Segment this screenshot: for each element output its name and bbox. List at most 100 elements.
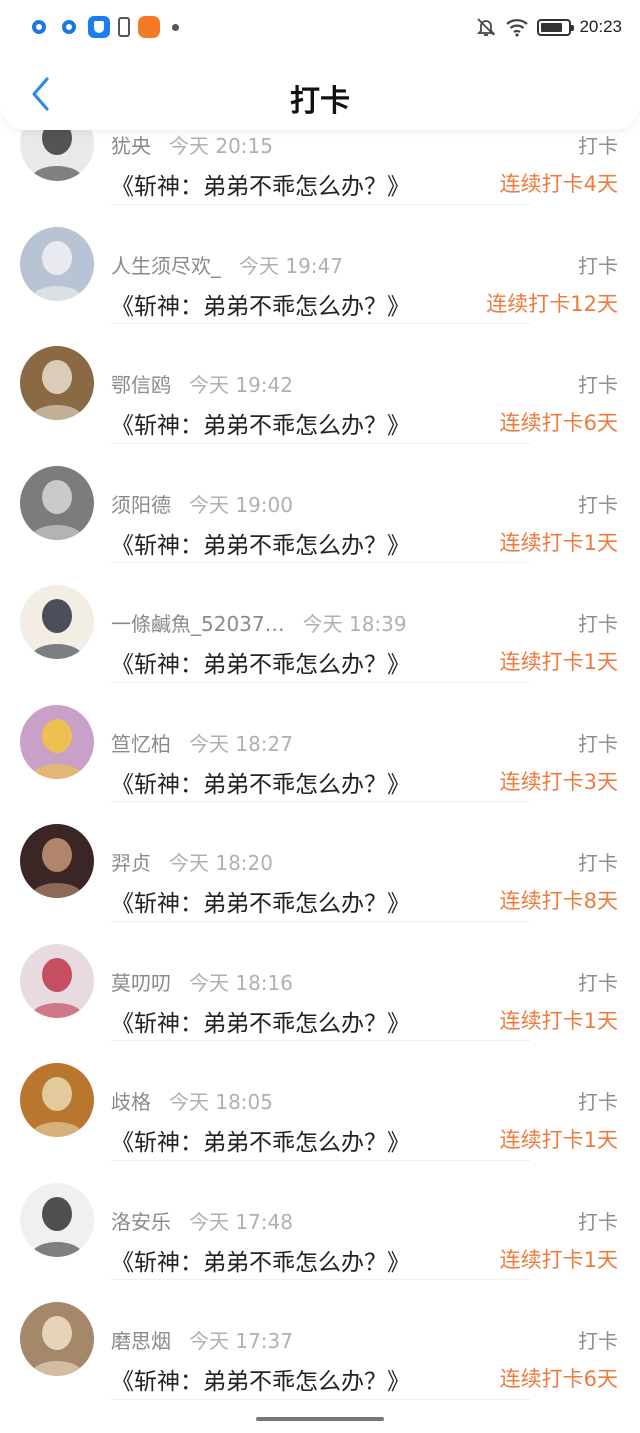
name-line: 笪忆柏 今天 18:27 (111, 728, 293, 757)
list-item[interactable]: 鄂信鸥 今天 19:42 《斩神：弟弟不乖怎么办？》 打卡 连续打卡6天 (0, 324, 640, 444)
streak-label: 连续打卡8天 (499, 889, 618, 913)
avatar-image (20, 943, 94, 1018)
checkin-time: 今天 18:05 (169, 1090, 273, 1114)
avatar[interactable] (20, 943, 94, 1018)
name-line: 人生须尽欢_ 今天 19:47 (111, 250, 343, 279)
streak-label: 连续打卡6天 (499, 1367, 618, 1391)
status-time: 20:23 (579, 17, 622, 36)
user-name[interactable]: 一條鹹魚_52037… (111, 608, 285, 637)
checkin-type: 打卡 (578, 612, 618, 636)
q-app-icon (58, 16, 80, 38)
avatar-image (20, 1302, 94, 1376)
avatar-image (20, 704, 94, 779)
avatar[interactable] (20, 824, 94, 898)
avatar[interactable] (20, 585, 94, 659)
checkin-type: 打卡 (578, 134, 618, 158)
book-title[interactable]: 《斩神：弟弟不乖怎么办？》 (111, 406, 410, 440)
screen: 20:23 打卡 犹央 今天 20:15 《斩神：弟弟不乖怎么办？》 打卡 连续… (0, 0, 640, 1433)
list-item[interactable]: 一條鹹魚_52037… 今天 18:39 《斩神：弟弟不乖怎么办？》 打卡 连续… (0, 563, 640, 683)
user-name[interactable]: 人生须尽欢_ (111, 250, 221, 279)
book-title[interactable]: 《斩神：弟弟不乖怎么办？》 (111, 765, 410, 799)
streak-label: 连续打卡3天 (499, 769, 618, 794)
checkin-type: 打卡 (578, 492, 618, 517)
home-indicator[interactable] (256, 1417, 384, 1421)
user-name[interactable]: 磨思烟 (111, 1325, 171, 1354)
avatar[interactable] (20, 226, 94, 301)
name-line: 须阳德 今天 19:00 (111, 489, 293, 518)
book-title[interactable]: 《斩神：弟弟不乖怎么办？》 (111, 884, 410, 918)
book-title[interactable]: 《斩神：弟弟不乖怎么办？》 (111, 1004, 410, 1038)
list-item[interactable]: 须阳德 今天 19:00 《斩神：弟弟不乖怎么办？》 打卡 连续打卡1天 (0, 444, 640, 563)
name-line: 莫叨叨 今天 18:16 (111, 967, 293, 996)
avatar-image (20, 226, 94, 301)
list-item[interactable]: 歧格 今天 18:05 《斩神：弟弟不乖怎么办？》 打卡 连续打卡1天 (0, 1041, 640, 1161)
divider (111, 1398, 530, 1400)
battery-alert-icon (118, 17, 130, 37)
shield-app-icon (88, 16, 110, 38)
list-item[interactable]: 洛安乐 今天 17:48 《斩神：弟弟不乖怎么办？》 打卡 连续打卡1天 (0, 1161, 640, 1280)
streak-label: 连续打卡1天 (499, 1008, 618, 1033)
book-title[interactable]: 《斩神：弟弟不乖怎么办？》 (111, 645, 410, 679)
avatar-image (20, 824, 94, 898)
nav-bar: 打卡 (0, 58, 640, 130)
streak-label: 连续打卡1天 (499, 1247, 618, 1272)
avatar[interactable] (20, 1063, 94, 1137)
user-name[interactable]: 须阳德 (111, 489, 171, 518)
user-name[interactable]: 犹央 (111, 130, 151, 159)
list-item[interactable]: 莫叨叨 今天 18:16 《斩神：弟弟不乖怎么办？》 打卡 连续打卡1天 (0, 922, 640, 1041)
book-title[interactable]: 《斩神：弟弟不乖怎么办？》 (111, 167, 410, 201)
checkin-time: 今天 18:27 (189, 731, 293, 756)
checkin-type: 打卡 (578, 253, 618, 278)
avatar-image (20, 585, 94, 659)
checkin-list: 犹央 今天 20:15 《斩神：弟弟不乖怎么办？》 打卡 连续打卡4天 人生须尽… (0, 85, 640, 1400)
checkin-time: 今天 19:47 (239, 253, 343, 278)
wifi-icon (506, 19, 529, 37)
book-title[interactable]: 《斩神：弟弟不乖怎么办？》 (111, 1243, 410, 1277)
checkin-time: 今天 19:00 (189, 492, 293, 517)
list-item[interactable]: 笪忆柏 今天 18:27 《斩神：弟弟不乖怎么办？》 打卡 连续打卡3天 (0, 683, 640, 802)
checkin-type: 打卡 (578, 970, 618, 995)
user-name[interactable]: 鄂信鸥 (111, 369, 171, 398)
name-line: 犹央 今天 20:15 (111, 130, 273, 159)
avatar[interactable] (20, 346, 94, 420)
avatar-image (20, 1063, 94, 1137)
streak-label: 连续打卡1天 (499, 1128, 618, 1152)
avatar-image (20, 346, 94, 420)
checkin-time: 今天 19:42 (189, 373, 293, 397)
streak-label: 连续打卡6天 (499, 411, 618, 435)
orange-app-icon (138, 16, 160, 38)
list-item[interactable]: 磨思烟 今天 17:37 《斩神：弟弟不乖怎么办？》 打卡 连续打卡6天 (0, 1280, 640, 1400)
streak-label: 连续打卡1天 (499, 530, 618, 555)
avatar[interactable] (20, 465, 94, 540)
book-title[interactable]: 《斩神：弟弟不乖怎么办？》 (111, 1123, 410, 1157)
user-name[interactable]: 洛安乐 (111, 1206, 171, 1235)
user-name[interactable]: 歧格 (111, 1086, 151, 1115)
status-bar: 20:23 (0, 0, 640, 58)
avatar[interactable] (20, 1182, 94, 1257)
list-item[interactable]: 人生须尽欢_ 今天 19:47 《斩神：弟弟不乖怎么办？》 打卡 连续打卡12天 (0, 205, 640, 324)
mute-bell-icon (477, 18, 496, 36)
book-title[interactable]: 《斩神：弟弟不乖怎么办？》 (111, 526, 410, 560)
checkin-time: 今天 17:37 (189, 1329, 293, 1353)
user-name[interactable]: 笪忆柏 (111, 728, 171, 757)
checkin-time: 今天 17:48 (189, 1209, 293, 1234)
name-line: 洛安乐 今天 17:48 (111, 1206, 293, 1235)
checkin-type: 打卡 (578, 1209, 618, 1234)
checkin-type: 打卡 (578, 373, 618, 397)
status-left-icons (28, 16, 179, 38)
streak-label: 连续打卡4天 (499, 172, 618, 196)
avatar[interactable] (20, 704, 94, 779)
name-line: 一條鹹魚_52037… 今天 18:39 (111, 608, 407, 637)
user-name[interactable]: 羿贞 (111, 847, 151, 876)
user-name[interactable]: 莫叨叨 (111, 967, 171, 996)
streak-label: 连续打卡12天 (486, 291, 618, 316)
book-title[interactable]: 《斩神：弟弟不乖怎么办？》 (111, 287, 410, 321)
name-line: 歧格 今天 18:05 (111, 1086, 273, 1115)
book-title[interactable]: 《斩神：弟弟不乖怎么办？》 (111, 1362, 410, 1396)
streak-label: 连续打卡1天 (499, 650, 618, 674)
list-item[interactable]: 羿贞 今天 18:20 《斩神：弟弟不乖怎么办？》 打卡 连续打卡8天 (0, 802, 640, 922)
checkin-type: 打卡 (578, 731, 618, 756)
avatar[interactable] (20, 1302, 94, 1376)
status-right-icons: 20:23 (475, 16, 622, 38)
checkin-time: 今天 18:16 (189, 970, 293, 995)
